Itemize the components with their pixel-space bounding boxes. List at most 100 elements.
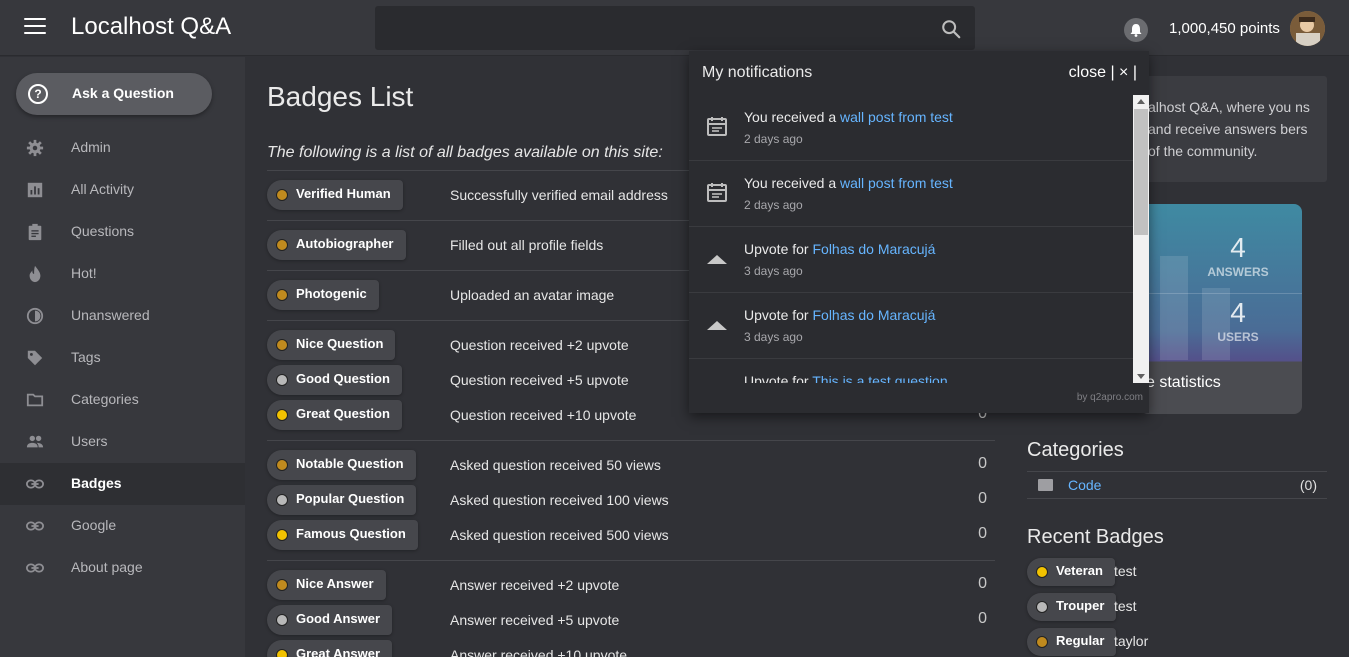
upvote-icon: [706, 379, 728, 383]
badge-bronze-dot: [276, 189, 288, 201]
scroll-down-icon[interactable]: [1137, 374, 1145, 379]
users-icon: [26, 435, 44, 448]
site-statistics-widget[interactable]: 4 ANSWERS 4 USERS e statistics: [1140, 204, 1302, 414]
recent-badges-heading: Recent Badges: [1027, 526, 1164, 548]
badge-bronze-dot: [1036, 636, 1048, 648]
notification-item[interactable]: Upvote for Folhas do Maracujá 3 days ago: [689, 227, 1133, 293]
badge-user[interactable]: test: [1114, 598, 1137, 614]
badge-nice-answer[interactable]: Nice Answer: [267, 570, 386, 600]
badge-verified-human[interactable]: Verified Human: [267, 180, 403, 210]
badge-user[interactable]: taylor: [1114, 633, 1148, 649]
sidebar-item-questions[interactable]: Questions: [0, 211, 245, 253]
sidebar: ? Ask a Question Admin All Activity Ques…: [0, 57, 245, 657]
upvote-icon: [707, 255, 727, 264]
category-count: (0): [1299, 477, 1317, 493]
notifications-credit[interactable]: by q2apro.com: [1077, 392, 1143, 403]
badge-row: Great Answer Answer received +10 upvote: [267, 640, 995, 657]
badge-gold-dot: [276, 649, 288, 657]
badge-bronze-dot: [276, 239, 288, 251]
divider: [267, 560, 995, 561]
badge-good-question[interactable]: Good Question: [267, 365, 402, 395]
badge-nice-question[interactable]: Nice Question: [267, 330, 396, 360]
notifications-dropdown: My notifications close | × | You receive…: [689, 51, 1149, 413]
tag-icon: [27, 350, 43, 366]
notification-link[interactable]: wall post from test: [840, 109, 953, 125]
badge-popular-question[interactable]: Popular Question: [267, 485, 417, 515]
badge-great-question[interactable]: Great Question: [267, 400, 402, 430]
badge-bronze-dot: [276, 339, 288, 351]
badge-great-answer[interactable]: Great Answer: [267, 640, 393, 657]
folder-icon: [1038, 479, 1053, 491]
answers-count: 4: [1230, 232, 1246, 263]
user-avatar[interactable]: [1290, 11, 1325, 46]
badge-regular[interactable]: Regular: [1027, 628, 1117, 656]
sidebar-item-users[interactable]: Users: [0, 421, 245, 463]
flame-icon: [29, 265, 41, 283]
stats-decor-bar: [1160, 256, 1188, 360]
scroll-up-icon[interactable]: [1137, 99, 1145, 104]
users-count: 4: [1230, 297, 1246, 328]
notification-time: 3 days ago: [744, 264, 803, 278]
site-title[interactable]: Localhost Q&A: [71, 13, 231, 41]
badge-silver-dot: [276, 494, 288, 506]
scrollbar-thumb[interactable]: [1134, 109, 1148, 235]
search-icon[interactable]: [940, 18, 962, 40]
badge-famous-question[interactable]: Famous Question: [267, 520, 418, 550]
link-icon: [26, 521, 44, 531]
notification-time: 2 days ago: [744, 198, 803, 212]
badge-silver-dot: [1036, 601, 1048, 613]
notification-link[interactable]: Folhas do Maracujá: [812, 307, 935, 323]
notifications-scrollbar[interactable]: [1133, 95, 1149, 383]
badge-good-answer[interactable]: Good Answer: [267, 605, 393, 635]
notification-time: 3 days ago: [744, 330, 803, 344]
badge-veteran[interactable]: Veteran: [1027, 558, 1115, 586]
sidebar-item-google[interactable]: Google: [0, 505, 245, 547]
stats-footer-text: e statistics: [1146, 374, 1221, 391]
sidebar-item-admin[interactable]: Admin: [0, 127, 245, 169]
sidebar-item-all-activity[interactable]: All Activity: [0, 169, 245, 211]
sidebar-item-hot[interactable]: Hot!: [0, 253, 245, 295]
calendar-icon: [707, 117, 727, 136]
notification-item[interactable]: Upvote for Folhas do Maracujá 3 days ago: [689, 293, 1133, 359]
sidebar-item-about-page[interactable]: About page: [0, 547, 245, 589]
chart-icon: [27, 182, 43, 198]
category-link-code[interactable]: Code: [1068, 477, 1101, 493]
badge-row: Notable Question Asked question received…: [267, 450, 995, 480]
notifications-list: You received a wall post from test 2 day…: [689, 95, 1133, 383]
half-circle-icon: [26, 307, 44, 325]
badge-row: Good Answer Answer received +5 upvote 0: [267, 605, 995, 635]
badge-autobiographer[interactable]: Autobiographer: [267, 230, 406, 260]
badge-row: Nice Answer Answer received +2 upvote 0: [267, 570, 995, 600]
folder-icon: [26, 393, 44, 407]
badge-trouper[interactable]: Trouper: [1027, 593, 1117, 621]
sidebar-item-tags[interactable]: Tags: [0, 337, 245, 379]
search-input[interactable]: [376, 7, 936, 49]
notifications-bell-icon[interactable]: [1124, 18, 1148, 42]
notification-item[interactable]: You received a wall post from test 2 day…: [689, 95, 1133, 161]
menu-icon[interactable]: [24, 18, 46, 38]
badge-notable-question[interactable]: Notable Question: [267, 450, 416, 480]
notification-link[interactable]: This is a test question: [812, 373, 947, 383]
badge-gold-dot: [1036, 566, 1048, 578]
notification-link[interactable]: Folhas do Maracujá: [812, 241, 935, 257]
search-box: [375, 6, 975, 50]
notification-item[interactable]: You received a wall post from test 2 day…: [689, 161, 1133, 227]
badge-row: Famous Question Asked question received …: [267, 520, 995, 550]
sidebar-item-unanswered[interactable]: Unanswered: [0, 295, 245, 337]
ask-question-button[interactable]: ? Ask a Question: [16, 73, 212, 115]
badge-user[interactable]: test: [1114, 563, 1137, 579]
user-points[interactable]: 1,000,450 points: [1169, 20, 1280, 37]
top-bar: Localhost Q&A 1,000,450 points: [0, 0, 1349, 56]
close-notifications-button[interactable]: close | × |: [1069, 64, 1137, 82]
stats-divider: [1140, 293, 1302, 294]
badge-photogenic[interactable]: Photogenic: [267, 280, 379, 310]
notification-item[interactable]: Upvote for This is a test question: [689, 359, 1133, 383]
badge-gold-dot: [276, 529, 288, 541]
categories-heading: Categories: [1027, 439, 1124, 461]
sidebar-item-badges[interactable]: Badges: [0, 463, 245, 505]
notification-link[interactable]: wall post from test: [840, 175, 953, 191]
sidebar-item-categories[interactable]: Categories: [0, 379, 245, 421]
question-mark-icon: ?: [28, 84, 48, 104]
answers-label: ANSWERS: [1207, 265, 1269, 279]
category-row: Code (0): [1027, 471, 1327, 499]
